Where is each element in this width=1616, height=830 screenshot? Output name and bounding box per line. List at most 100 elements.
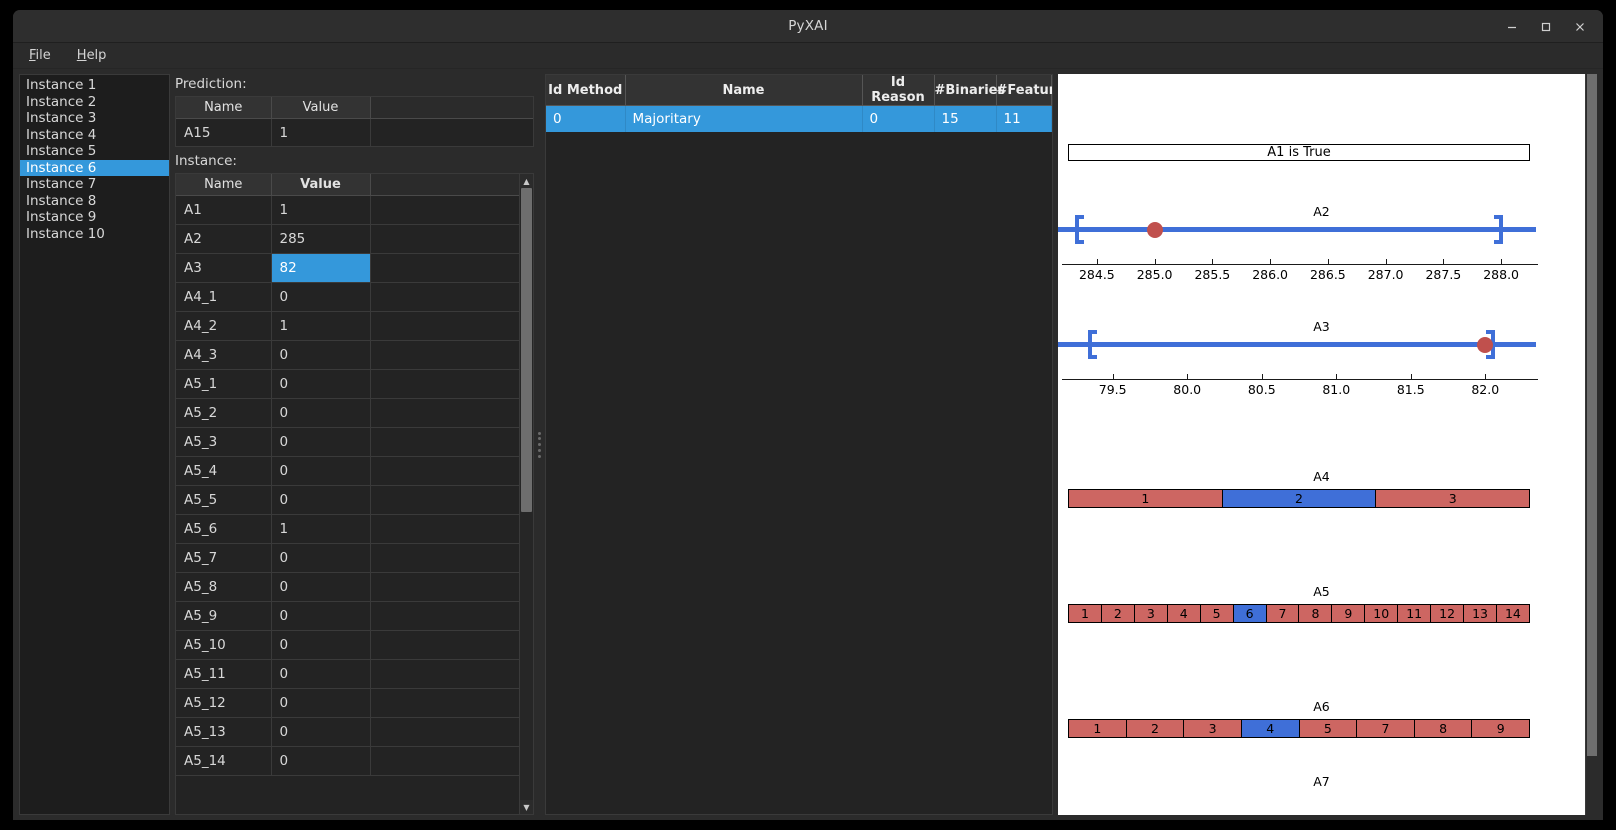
axis-tick-label-A3: 80.0 — [1173, 382, 1202, 397]
instance-list-item[interactable]: Instance 10 — [20, 226, 169, 243]
table-row[interactable]: A5_8 0 — [176, 572, 519, 602]
cell-features: 11 — [996, 105, 1052, 132]
cell-name: A5_11 — [176, 659, 272, 689]
instance-list-item[interactable]: Instance 1 — [20, 77, 169, 94]
instance-list-item[interactable]: Instance 5 — [20, 143, 169, 160]
categorical-bar-A5: 1 2 3 4 5 6 7 8 9 10 11 12 13 14 — [1068, 604, 1530, 623]
column-header[interactable]: #Binaries — [934, 75, 1005, 106]
category-segment[interactable]: 3 — [1376, 490, 1530, 507]
table-row[interactable]: A5_4 0 — [176, 456, 519, 486]
category-segment[interactable]: 9 — [1332, 605, 1366, 622]
instance-list-item[interactable]: Instance 3 — [20, 110, 169, 127]
axis-tick-label-A3: 80.5 — [1247, 382, 1276, 397]
instance-list-item[interactable]: Instance 4 — [20, 127, 169, 144]
column-header[interactable]: Name — [176, 174, 272, 196]
method-header-row: Id MethodNameId Reason#Binaries#Features — [546, 75, 1052, 106]
category-segment[interactable]: 5 — [1299, 720, 1358, 737]
instance-list-item[interactable]: Instance 7 — [20, 176, 169, 193]
menu-item-file[interactable]: File — [27, 46, 53, 65]
category-segment[interactable]: 4 — [1167, 605, 1201, 622]
category-segment[interactable]: 4 — [1241, 720, 1300, 737]
scroll-down-icon[interactable]: ▼ — [520, 800, 533, 814]
instance-list[interactable]: Instance 1 Instance 2 Instance 3 Instance 4… — [19, 74, 170, 815]
column-header[interactable]: Value — [271, 174, 371, 196]
table-row[interactable]: A2 285 — [176, 224, 519, 254]
maximize-icon[interactable] — [1529, 12, 1563, 42]
table-row[interactable]: A5_13 0 — [176, 717, 519, 747]
table-row[interactable]: A5_7 0 — [176, 543, 519, 573]
column-header-filler — [370, 97, 533, 119]
table-row[interactable]: A5_6 1 — [176, 514, 519, 544]
table-row[interactable]: A3 82 — [176, 253, 519, 283]
category-segment[interactable]: 7 — [1357, 720, 1415, 737]
category-segment[interactable]: 1 — [1069, 490, 1223, 507]
category-segment[interactable]: 7 — [1266, 605, 1300, 622]
table-row[interactable]: A4_1 0 — [176, 282, 519, 312]
category-segment[interactable]: 2 — [1126, 720, 1185, 737]
table-row[interactable]: A5_1 0 — [176, 369, 519, 399]
scroll-up-icon[interactable]: ▲ — [520, 174, 533, 188]
table-row[interactable]: A5_11 0 — [176, 659, 519, 689]
table-row[interactable]: 0 Majoritary 0 15 11 — [546, 105, 1052, 132]
axis-tick-label-A2: 286.0 — [1252, 267, 1289, 282]
category-segment[interactable]: 14 — [1496, 605, 1529, 622]
instance-list-item[interactable]: Instance 8 — [20, 193, 169, 210]
column-header[interactable]: Id Method — [546, 75, 626, 106]
table-row[interactable]: A15 1 — [176, 118, 533, 146]
table-row[interactable]: A5_3 0 — [176, 427, 519, 457]
column-header[interactable]: Id Reason — [862, 75, 935, 106]
category-segment[interactable]: 11 — [1398, 605, 1432, 622]
window-controls — [1495, 10, 1597, 43]
plot-scrollbar-thumb[interactable] — [1587, 74, 1597, 756]
instance-list-item[interactable]: Instance 9 — [20, 209, 169, 226]
cell-name: A5_14 — [176, 746, 272, 776]
table-row[interactable]: A5_9 0 — [176, 601, 519, 631]
table-row[interactable]: A4_2 1 — [176, 311, 519, 341]
scrollbar-thumb[interactable] — [521, 188, 532, 513]
category-segment[interactable]: 2 — [1101, 605, 1135, 622]
table-row[interactable]: A5_5 0 — [176, 485, 519, 515]
category-segment[interactable]: 13 — [1464, 605, 1497, 622]
column-header[interactable]: #Features — [996, 75, 1052, 106]
plot-scrollbar[interactable] — [1585, 74, 1598, 815]
close-icon[interactable] — [1563, 12, 1597, 42]
table-row[interactable]: A5_14 0 — [176, 746, 519, 776]
table-row[interactable]: A5_10 0 — [176, 630, 519, 660]
category-segment[interactable]: 12 — [1431, 605, 1465, 622]
menu-item-help[interactable]: Help — [75, 46, 109, 65]
category-segment[interactable]: 1 — [1069, 720, 1127, 737]
boolean-feature-text: A1 is True — [1267, 145, 1331, 160]
cell-filler — [370, 253, 519, 283]
cell-filler — [370, 224, 519, 254]
category-segment[interactable]: 5 — [1200, 605, 1234, 622]
category-segment[interactable]: 9 — [1472, 720, 1529, 737]
instance-list-item[interactable]: Instance 2 — [20, 94, 169, 111]
table-row[interactable]: A1 1 — [176, 195, 519, 225]
category-segment[interactable]: 1 — [1069, 605, 1102, 622]
cell-name: A5_2 — [176, 398, 272, 428]
category-segment[interactable]: 8 — [1414, 720, 1473, 737]
cell-filler — [370, 282, 519, 312]
category-segment[interactable]: 8 — [1299, 605, 1333, 622]
column-header[interactable]: Value — [271, 97, 371, 119]
scrollbar-track[interactable] — [520, 188, 533, 800]
column-header[interactable]: Name — [176, 97, 272, 119]
column-header[interactable]: Name — [625, 75, 863, 106]
category-segment[interactable]: 3 — [1134, 605, 1168, 622]
axis-tick-A2 — [1501, 259, 1503, 264]
category-segment[interactable]: 2 — [1222, 490, 1377, 507]
table-row[interactable]: A4_3 0 — [176, 340, 519, 370]
table-row[interactable]: A5_12 0 — [176, 688, 519, 718]
cap-tine-top — [1485, 330, 1495, 334]
minimize-icon[interactable] — [1495, 12, 1529, 42]
cell-name: A5_5 — [176, 485, 272, 515]
instance-list-item[interactable]: Instance 6 — [20, 159, 169, 176]
table-row[interactable]: A5_2 0 — [176, 398, 519, 428]
splitter-handle[interactable] — [534, 74, 545, 815]
category-segment[interactable]: 3 — [1184, 720, 1242, 737]
category-segment[interactable]: 6 — [1233, 605, 1267, 622]
category-segment[interactable]: 10 — [1365, 605, 1399, 622]
instance-table-scrollbar[interactable]: ▲ ▼ — [519, 174, 533, 814]
prediction-table: Name Value A15 1 — [175, 96, 534, 147]
axis-tick-A2 — [1096, 259, 1098, 264]
